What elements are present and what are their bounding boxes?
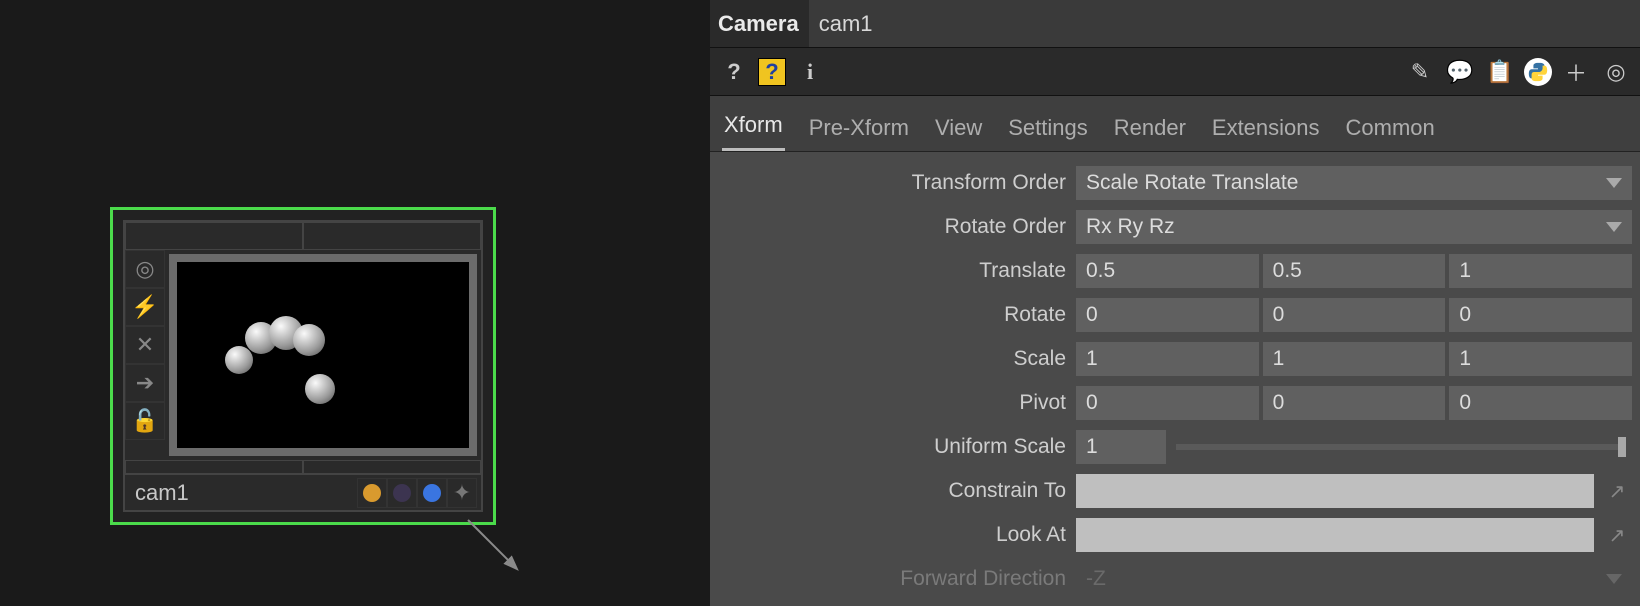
label-scale: Scale (710, 347, 1076, 371)
panel-operator-header: Camera cam1 (710, 0, 1640, 48)
tab-bar: Xform Pre-Xform View Settings Render Ext… (710, 96, 1640, 152)
network-viewport[interactable]: ◎ ⚡ ✕ ➔ 🔓 cam1 (0, 0, 710, 606)
translate-x-field[interactable]: 0.5 (1076, 254, 1259, 288)
connection-wire (468, 520, 548, 600)
chevron-down-icon (1606, 574, 1622, 584)
target-icon[interactable]: ◎ (1600, 56, 1632, 88)
rotate-order-value: Rx Ry Rz (1086, 215, 1175, 239)
jump-icon[interactable]: ↗ (1602, 476, 1632, 506)
node-output-right[interactable] (303, 460, 481, 474)
lock-icon[interactable]: 🔓 (125, 402, 165, 440)
info-icon[interactable]: i (794, 56, 826, 88)
pivot-z-field[interactable]: 0 (1449, 386, 1632, 420)
node-input-left[interactable] (125, 222, 303, 250)
label-translate: Translate (710, 259, 1076, 283)
camera-node[interactable]: ◎ ⚡ ✕ ➔ 🔓 cam1 (110, 207, 496, 525)
node-input-right[interactable] (303, 222, 481, 250)
tab-xform[interactable]: Xform (722, 106, 785, 151)
bolt-icon[interactable]: ⚡ (125, 288, 165, 326)
arrow-right-icon[interactable]: ➔ (125, 364, 165, 402)
rotate-z-field[interactable]: 0 (1449, 298, 1632, 332)
transform-order-value: Scale Rotate Translate (1086, 171, 1298, 195)
label-look-at: Look At (710, 523, 1076, 547)
tab-settings[interactable]: Settings (1006, 109, 1090, 151)
jump-icon[interactable]: ↗ (1602, 520, 1632, 550)
viewer-flag[interactable] (417, 478, 447, 508)
close-icon[interactable]: ✕ (125, 326, 165, 364)
transform-order-dropdown[interactable]: Scale Rotate Translate (1076, 166, 1632, 200)
label-forward-direction: Forward Direction (710, 567, 1076, 591)
uniform-scale-field[interactable]: 1 (1076, 430, 1166, 464)
scale-z-field[interactable]: 1 (1449, 342, 1632, 376)
help-icon[interactable]: ? (718, 56, 750, 88)
scale-y-field[interactable]: 1 (1263, 342, 1446, 376)
label-uniform-scale: Uniform Scale (710, 435, 1076, 459)
extra-flag[interactable]: ✦ (447, 478, 477, 508)
constrain-to-field[interactable] (1076, 474, 1594, 508)
render-flag[interactable] (387, 478, 417, 508)
pivot-x-field[interactable]: 0 (1076, 386, 1259, 420)
display-flag[interactable] (357, 478, 387, 508)
rotate-x-field[interactable]: 0 (1076, 298, 1259, 332)
label-pivot: Pivot (710, 391, 1076, 415)
rotate-y-field[interactable]: 0 (1263, 298, 1446, 332)
panel-toolbar: ? ? i ✎ 💬 📋 ＋ ◎ (710, 48, 1640, 96)
chevron-down-icon (1606, 222, 1622, 232)
label-rotate: Rotate (710, 303, 1076, 327)
operator-name-field[interactable]: cam1 (809, 0, 1640, 47)
forward-direction-value: -Z (1086, 567, 1106, 591)
translate-y-field[interactable]: 0.5 (1263, 254, 1446, 288)
pivot-y-field[interactable]: 0 (1263, 386, 1446, 420)
forward-direction-dropdown[interactable]: -Z (1076, 562, 1632, 596)
tab-render[interactable]: Render (1112, 109, 1188, 151)
scale-x-field[interactable]: 1 (1076, 342, 1259, 376)
node-preview (169, 254, 477, 456)
parameter-panel: Camera cam1 ? ? i ✎ 💬 📋 ＋ ◎ Xform Pre-Xf… (710, 0, 1640, 606)
node-name-label[interactable]: cam1 (129, 480, 357, 506)
node-output-left[interactable] (125, 460, 303, 474)
tab-extensions[interactable]: Extensions (1210, 109, 1322, 151)
label-constrain-to: Constrain To (710, 479, 1076, 503)
label-rotate-order: Rotate Order (710, 215, 1076, 239)
tab-pre-xform[interactable]: Pre-Xform (807, 109, 911, 151)
plus-icon[interactable]: ＋ (1560, 56, 1592, 88)
tab-view[interactable]: View (933, 109, 984, 151)
chevron-down-icon (1606, 178, 1622, 188)
translate-z-field[interactable]: 1 (1449, 254, 1632, 288)
target-icon[interactable]: ◎ (125, 250, 165, 288)
clipboard-icon[interactable]: 📋 (1484, 56, 1516, 88)
comment-icon[interactable]: 💬 (1444, 56, 1476, 88)
rotate-order-dropdown[interactable]: Rx Ry Rz (1076, 210, 1632, 244)
edit-icon[interactable]: ✎ (1404, 56, 1436, 88)
label-transform-order: Transform Order (710, 171, 1076, 195)
parameter-list: Transform Order Scale Rotate Translate R… (710, 152, 1640, 606)
look-at-field[interactable] (1076, 518, 1594, 552)
python-icon[interactable] (1524, 58, 1552, 86)
operator-type-label: Camera (710, 11, 809, 37)
tab-common[interactable]: Common (1344, 109, 1437, 151)
context-help-icon[interactable]: ? (758, 58, 786, 86)
uniform-scale-slider[interactable] (1176, 444, 1626, 450)
